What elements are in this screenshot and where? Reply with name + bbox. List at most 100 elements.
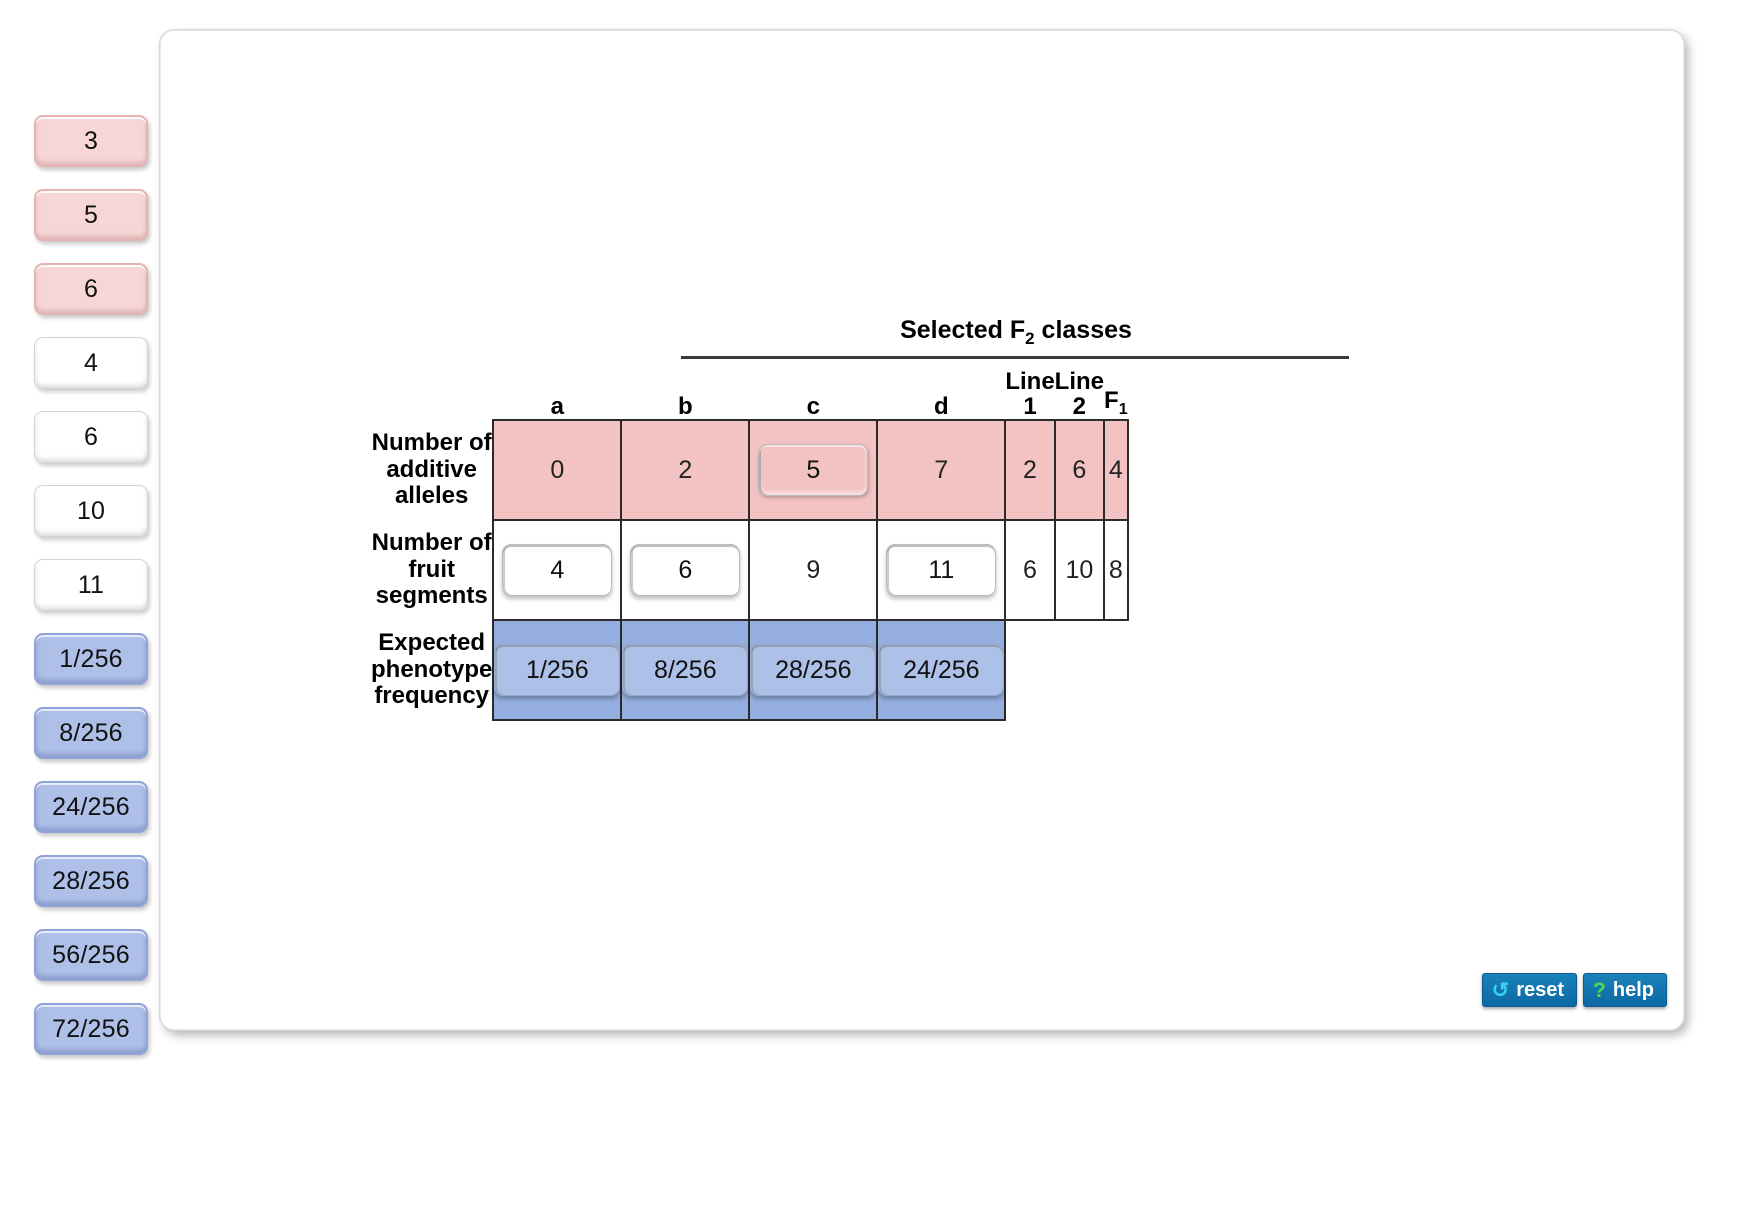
cell-value: 4 — [1108, 455, 1123, 484]
drop-slot-cell[interactable]: 28/256 — [748, 619, 879, 721]
static-cell: 6 — [1004, 519, 1056, 621]
tray-tile-label: 6 — [83, 274, 99, 303]
column-header: b — [621, 364, 750, 420]
tray-tile[interactable]: 11 — [34, 559, 148, 611]
dropped-tile-label: 11 — [928, 555, 955, 584]
app-root: 3 5 6 4 6 10 11 1/256 8/256 24/256 28/256 56/256 72/… — [0, 0, 1750, 1232]
tray-tile[interactable]: 24/256 — [34, 781, 148, 833]
dropped-tile[interactable]: 8/256 — [622, 644, 749, 696]
drop-slot-cell[interactable]: 1/256 — [492, 619, 623, 721]
tray-tile-label: 3 — [83, 126, 99, 155]
tray-tile-label: 5 — [83, 200, 99, 229]
help-button[interactable]: ? help — [1583, 973, 1667, 1007]
column-header: d — [877, 364, 1006, 420]
dropped-tile[interactable]: 5 — [758, 444, 869, 496]
column-header-label: d — [933, 392, 949, 420]
cell-value: 8 — [1108, 555, 1123, 584]
cell-value: 2 — [678, 455, 693, 484]
tray-tile-label: 56/256 — [52, 940, 130, 969]
corner-spacer — [371, 364, 494, 420]
tray-tile[interactable]: 3 — [34, 115, 148, 167]
static-cell: 6 — [1053, 419, 1106, 521]
tray-tile-label: 28/256 — [52, 866, 130, 895]
dropped-tile[interactable]: 24/256 — [878, 644, 1005, 696]
dropped-tile-label: 4 — [550, 555, 565, 584]
tray-tile[interactable]: 8/256 — [34, 707, 148, 759]
dropped-tile[interactable]: 4 — [502, 544, 613, 596]
group-header-subscript: 2 — [1025, 329, 1035, 348]
reset-button-label: reset — [1516, 978, 1565, 1001]
column-header-label: b — [677, 392, 693, 420]
column-header-label: Line 1 — [1005, 367, 1055, 420]
cell-value: 6 — [1023, 555, 1037, 584]
group-header-selected-f2-classes: Selected F2 classes — [681, 316, 1351, 349]
tray-tile-label: 8/256 — [59, 718, 123, 747]
dropped-tile-label: 8/256 — [654, 655, 717, 684]
row-label: Expected phenotype frequency — [371, 620, 494, 720]
tray-tile[interactable]: 28/256 — [34, 855, 148, 907]
static-cell: 2 — [1004, 419, 1056, 521]
static-cell: 2 — [620, 419, 751, 521]
tray-tile-label: 24/256 — [52, 792, 130, 821]
tray-tile[interactable]: 6 — [34, 411, 148, 463]
tray-tile[interactable]: 10 — [34, 485, 148, 537]
group-header-tail: classes — [1034, 316, 1132, 344]
dropped-tile-label: 6 — [678, 555, 693, 584]
dropped-tile[interactable]: 11 — [886, 544, 997, 596]
static-cell — [1054, 620, 1105, 720]
static-cell: 7 — [876, 419, 1007, 521]
column-header-label: a — [550, 392, 564, 420]
tray-tile-label: 72/256 — [52, 1014, 130, 1043]
table-row: Expected phenotype frequency 1/256 8/256 28… — [371, 619, 1128, 721]
tray-tile[interactable]: 6 — [34, 263, 148, 315]
tray-tile-label: 1/256 — [59, 644, 123, 673]
cell-value: 9 — [806, 555, 821, 584]
tray-tile[interactable]: 5 — [34, 189, 148, 241]
column-header: Line 2 — [1054, 364, 1105, 420]
dropped-tile-label: 28/256 — [775, 655, 852, 684]
drop-slot-cell[interactable]: 6 — [620, 519, 751, 621]
drop-slot-cell[interactable]: 4 — [492, 519, 623, 621]
cell-value: 6 — [1072, 455, 1087, 484]
drop-slot-cell[interactable]: 11 — [876, 519, 1007, 621]
static-cell — [1104, 620, 1128, 720]
cell-value: 2 — [1023, 455, 1037, 484]
dropped-tile-label: 1/256 — [526, 655, 589, 684]
column-header-row: a b c d Line 1 Line 2 F1 — [371, 364, 1128, 420]
column-header-subscript: 1 — [1118, 401, 1128, 419]
cell-value: 0 — [550, 455, 565, 484]
drop-slot-cell[interactable]: 5 — [748, 419, 879, 521]
dropped-tile[interactable]: 28/256 — [750, 644, 877, 696]
column-header: F1 — [1104, 364, 1128, 420]
tray-tile[interactable]: 4 — [34, 337, 148, 389]
question-mark-icon: ? — [1593, 978, 1606, 1002]
static-cell: 4 — [1103, 419, 1129, 521]
static-cell: 10 — [1053, 519, 1106, 621]
static-cell — [1005, 620, 1055, 720]
reset-button[interactable]: ↺ reset — [1481, 973, 1578, 1007]
dropped-tile-label: 24/256 — [903, 655, 980, 684]
column-header: c — [749, 364, 878, 420]
column-header-label: c — [806, 392, 820, 420]
tray-tile[interactable]: 1/256 — [34, 633, 148, 685]
tray-tile-label: 6 — [83, 422, 99, 451]
tile-tray: 3 5 6 4 6 10 11 1/256 8/256 24/256 28/256 56/256 72/… — [34, 115, 152, 1077]
row-label: Number of additive alleles — [371, 420, 494, 520]
drop-slot-cell[interactable]: 24/256 — [876, 619, 1007, 721]
cell-value: 7 — [934, 455, 949, 484]
grid-body: Number of additive alleles 0 2 5 7 2 6 4 Number … — [371, 419, 1129, 721]
column-header: Line 1 — [1005, 364, 1055, 420]
dropped-tile-label: 5 — [806, 455, 821, 484]
activity-stage: Selected F2 classes a b c d Line 1 Line 2 F1 Num… — [160, 30, 1684, 1030]
static-cell: 8 — [1103, 519, 1129, 621]
tray-tile-label: 10 — [76, 496, 106, 525]
dropped-tile[interactable]: 6 — [630, 544, 741, 596]
tray-tile[interactable]: 56/256 — [34, 929, 148, 981]
drop-slot-cell[interactable]: 8/256 — [620, 619, 751, 721]
footer-buttons: ↺ reset ? help — [1481, 973, 1667, 1007]
data-grid: a b c d Line 1 Line 2 F1 Number of additive alle… — [371, 364, 1129, 721]
dropped-tile[interactable]: 1/256 — [494, 644, 621, 696]
tray-tile[interactable]: 72/256 — [34, 1003, 148, 1055]
tray-tile-label: 4 — [83, 348, 99, 377]
column-header-label: F — [1104, 387, 1119, 415]
